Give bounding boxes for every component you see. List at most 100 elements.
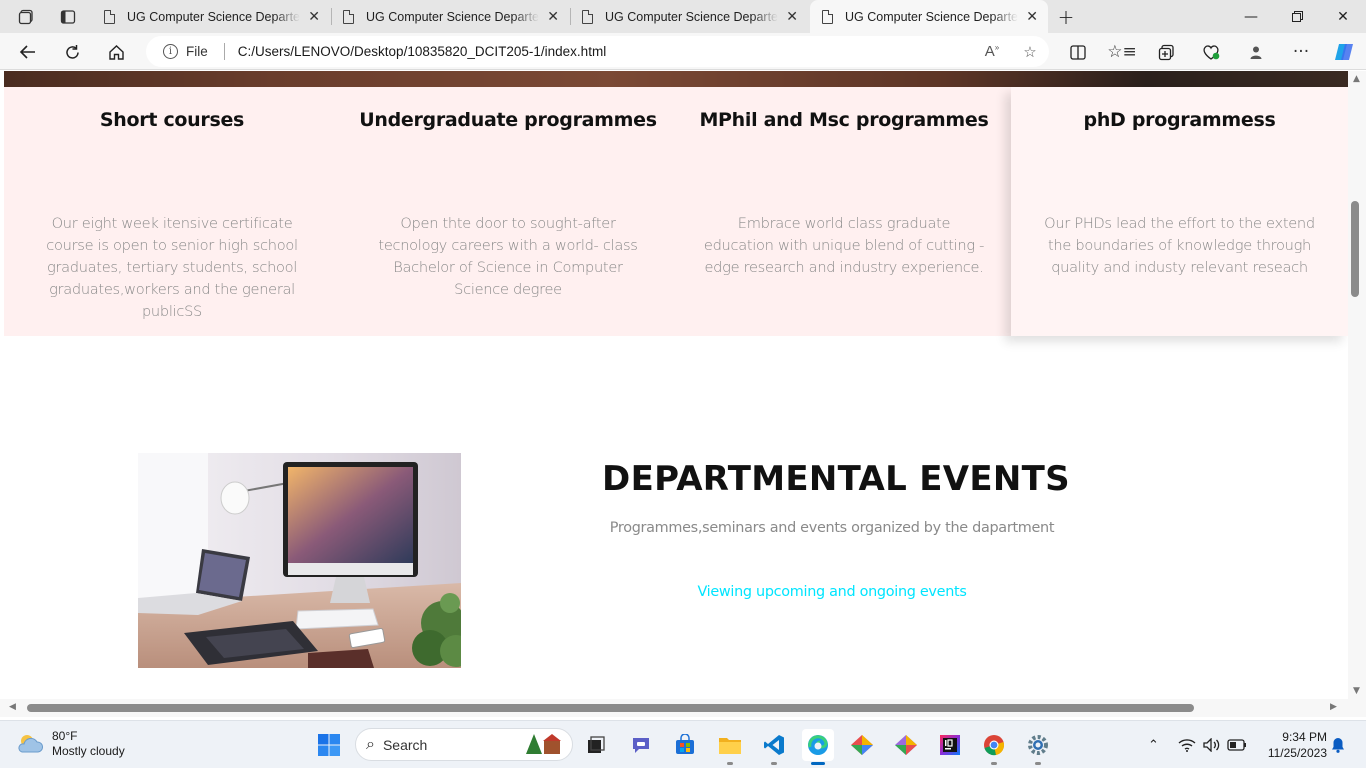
battery-icon[interactable] [1227,721,1247,768]
collections-icon[interactable] [1151,38,1181,66]
taskbar-search[interactable]: ⌕ Search [355,728,573,761]
weather-temp: 80°F [52,729,78,743]
tab-title: UG Computer Science Departement [366,9,539,24]
horizontal-scrollbar[interactable]: ◀ ▶ [0,699,1366,717]
volume-icon[interactable] [1203,721,1221,768]
copilot-icon[interactable] [1329,38,1359,66]
running-indicator [1035,762,1041,765]
divider [223,43,225,60]
intellij-icon[interactable] [934,729,966,761]
weather-widget[interactable]: 80°F Mostly cloudy [16,729,125,759]
close-tab-icon[interactable]: ✕ [547,9,559,25]
start-windows-icon[interactable] [313,729,345,761]
search-icon: ⌕ [366,735,375,753]
programme-title: Short courses [99,109,245,131]
wifi-icon[interactable] [1178,721,1196,768]
tab-title: UG Computer Science Departement [845,9,1018,24]
gitkraken-alt-icon[interactable] [890,729,922,761]
minimize-icon[interactable]: — [1228,0,1274,33]
programme-card-hovered: phD programmess Our PHDs lead the effort… [1011,87,1348,336]
close-window-icon[interactable]: ✕ [1320,0,1366,33]
close-tab-icon[interactable]: ✕ [308,9,320,25]
show-hidden-icons-chevron-icon[interactable]: ⌃ [1148,721,1159,768]
weather-condition: Mostly cloudy [52,744,125,758]
teams-chat-icon[interactable] [625,729,657,761]
url-text[interactable]: C:/Users/LENOVO/Desktop/10835820_DCIT205… [238,44,973,59]
programme-description: Embrace world class graduate education w… [703,215,985,276]
events-heading: DEPARTMENTAL EVENTS [602,459,1070,499]
browser-essentials-icon[interactable] [1196,38,1226,66]
programme-title: Undergraduate programmes [359,109,657,131]
profile-avatar-icon[interactable] [1241,38,1271,66]
address-bar[interactable]: i File C:/Users/LENOVO/Desktop/10835820_… [146,36,1049,67]
browser-tab[interactable]: UG Computer Science Departement ✕ [331,0,569,33]
horizontal-scroll-thumb[interactable] [27,704,1194,712]
view-events-link[interactable]: Viewing upcoming and ongoing events [560,584,1104,600]
notification-bell-icon[interactable] [1331,721,1345,768]
scroll-right-arrow-icon[interactable]: ▶ [1330,702,1337,712]
close-tab-icon[interactable]: ✕ [786,9,798,25]
search-label: Search [382,736,428,753]
document-icon [582,9,593,24]
programme-card: Undergraduate programmes Open thte door … [340,87,676,336]
scheme-label: File [186,44,208,59]
hero-image-bottom-edge [4,71,1348,87]
vscode-icon[interactable] [758,729,790,765]
running-indicator [727,762,733,765]
programme-description: Open thte door to sought-after tecnology… [378,215,638,298]
task-view-icon[interactable] [580,729,612,761]
clock-date: 11/25/2023 [1267,746,1327,760]
refresh-icon[interactable] [57,38,87,66]
programme-title: MPhil and Msc programmes [699,109,989,131]
split-screen-icon[interactable] [1063,38,1093,66]
events-desk-photo [138,453,461,668]
vertical-scroll-thumb[interactable] [1351,201,1359,297]
document-icon [343,9,354,24]
scroll-left-arrow-icon[interactable]: ◀ [9,702,16,712]
read-aloud-icon[interactable]: A» [973,43,1011,60]
search-highlight-icon [526,734,561,754]
tab-title: UG Computer Science Departement [605,9,778,24]
edge-icon[interactable] [802,729,834,765]
gitkraken-icon[interactable] [846,729,878,761]
scroll-down-arrow-icon[interactable]: ▼ [1353,686,1360,696]
vertical-scrollbar[interactable]: ▲ ▼ [1348,71,1366,699]
favorite-star-icon[interactable]: ☆ [1011,43,1049,61]
home-icon[interactable] [101,38,131,66]
programme-card: MPhil and Msc programmes Embrace world c… [676,87,1012,336]
programme-description: Our eight week itensive certificate cour… [46,215,298,320]
close-tab-icon[interactable]: ✕ [1026,9,1038,25]
programmes-section: Short courses Our eight week itensive ce… [4,87,1348,336]
chrome-icon[interactable] [978,729,1010,765]
settings-icon[interactable] [1022,729,1054,765]
document-icon [104,9,115,24]
back-icon[interactable] [13,38,43,66]
store-icon[interactable] [669,729,701,761]
scroll-up-arrow-icon[interactable]: ▲ [1353,74,1360,84]
system-clock[interactable]: 9:34 PM 11/25/2023 [1255,729,1327,761]
events-subtitle: Programmes,seminars and events organized… [609,520,1055,536]
running-indicator [991,762,997,765]
windows-taskbar: 80°F Mostly cloudy ⌕ Search ⌃ 9:34 PM 11… [0,720,1366,768]
more-menu-icon[interactable]: ··· [1286,38,1316,66]
programme-card: Short courses Our eight week itensive ce… [4,87,340,336]
page-viewport: Short courses Our eight week itensive ce… [0,71,1348,699]
programme-description: Our PHDs lead the effort to the extend t… [1044,215,1315,276]
browser-tab[interactable]: UG Computer Science Departement ✕ [570,0,808,33]
workspaces-icon[interactable] [11,4,41,30]
browser-tab-active[interactable]: UG Computer Science Departement ✕ [810,0,1048,33]
active-indicator [811,762,825,765]
document-icon [822,9,833,24]
browser-toolbar: i File C:/Users/LENOVO/Desktop/10835820_… [0,33,1366,70]
tab-actions-icon[interactable] [53,4,83,30]
restore-icon[interactable] [1274,0,1320,33]
favorites-icon[interactable]: ☆≡ [1107,38,1137,66]
tab-title: UG Computer Science Departement [127,9,300,24]
programme-title: phD programmess [1083,109,1276,131]
new-tab-icon[interactable]: + [1051,4,1081,30]
browser-tab-strip: UG Computer Science Departement ✕ UG Com… [0,0,1366,33]
browser-tab[interactable]: UG Computer Science Departement ✕ [92,0,330,33]
clock-time: 9:34 PM [1282,730,1327,744]
info-icon[interactable]: i [163,44,178,59]
file-explorer-icon[interactable] [714,729,746,765]
